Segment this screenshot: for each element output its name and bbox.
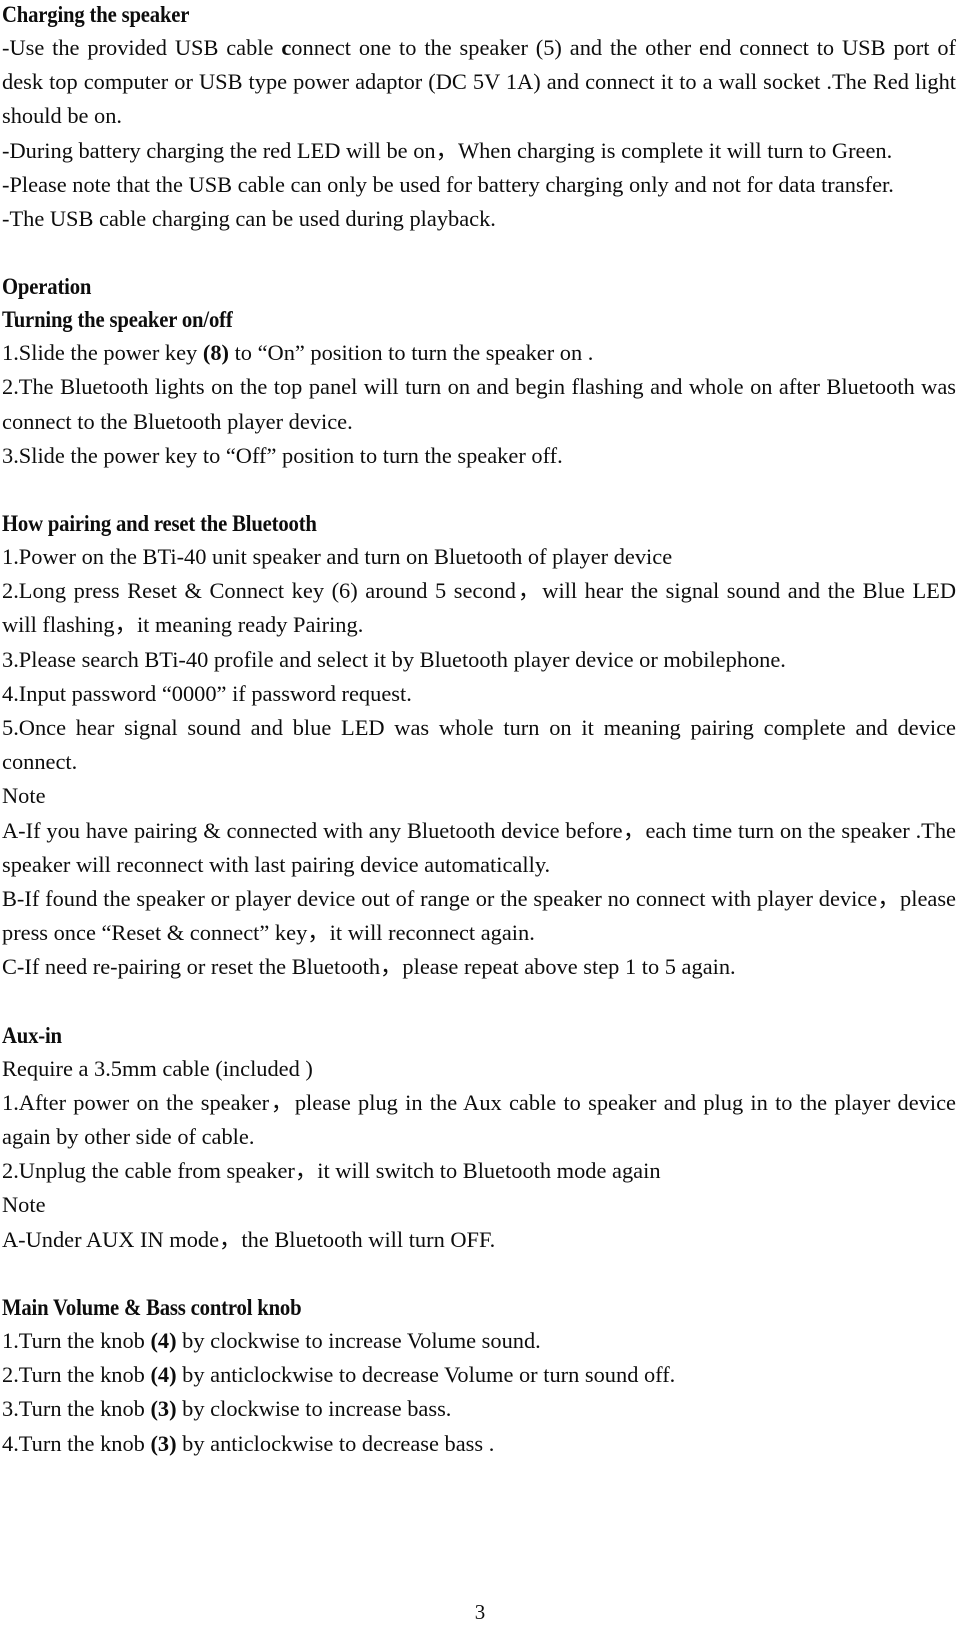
body-text: 1.After power on the speaker，please plug…: [2, 1089, 956, 1150]
section-heading-operation: Operation: [2, 274, 92, 300]
section-heading-volume-bass: Main Volume & Bass control knob: [2, 1294, 302, 1320]
body-text: by anticlockwise to decrease Volume or t…: [176, 1362, 676, 1388]
body-text: Note: [2, 783, 46, 809]
paragraph-operation-1: 1.Slide the power key (8) to “On” positi…: [2, 336, 956, 370]
paragraph-charging-p2: -During battery charging the red LED wil…: [2, 134, 956, 168]
paragraph-charging-p1: -Use the provided USB cable connect one …: [2, 31, 956, 134]
body-text: 5.Once hear signal sound and blue LED wa…: [2, 715, 956, 775]
section-heading-charging: Charging the speaker: [2, 2, 190, 27]
body-text: -The USB cable charging can be used duri…: [2, 206, 496, 232]
paragraph-operation-2: 2.The Bluetooth lights on the top panel …: [2, 370, 956, 438]
body-text: -During battery charging the red LED wil…: [2, 137, 893, 163]
paragraph-pairing-note-c: C-If need re-pairing or reset the Blueto…: [2, 950, 956, 984]
body-text: -Use the provided USB cable: [2, 35, 282, 60]
document-body: Charging the speaker -Use the provided US…: [2, 0, 956, 1461]
paragraph-knob-1: 1.Turn the knob (4) by clockwise to incr…: [2, 1324, 956, 1358]
paragraph-knob-4: 4.Turn the knob (3) by anticlockwise to …: [2, 1427, 956, 1461]
emphasis-text: (4): [150, 1327, 177, 1353]
body-text: 4.Input password “0000” if password requ…: [2, 680, 412, 706]
paragraph-knob-3: 3.Turn the knob (3) by clockwise to incr…: [2, 1392, 956, 1426]
body-text: B-If found the speaker or player device …: [2, 886, 956, 946]
section-heading-pairing: How pairing and reset the Bluetooth: [2, 511, 317, 537]
paragraph-charging-p4: -The USB cable charging can be used duri…: [2, 202, 956, 236]
paragraph-pairing-5: 5.Once hear signal sound and blue LED wa…: [2, 711, 956, 779]
emphasis-text: (3): [150, 1396, 177, 1422]
paragraph-pairing-3: 3.Please search BTi-40 profile and selec…: [2, 643, 956, 677]
paragraph-operation-3: 3.Slide the power key to “Off” position …: [2, 439, 956, 473]
body-text: 1.Turn the knob: [2, 1327, 151, 1353]
body-text: 2.Turn the knob: [2, 1362, 151, 1388]
body-text: by clockwise to increase bass.: [176, 1396, 452, 1422]
paragraph-pairing-4: 4.Input password “0000” if password requ…: [2, 677, 956, 711]
emphasis-text: (4): [150, 1362, 177, 1388]
paragraph-aux-note-label: Note: [2, 1188, 956, 1222]
paragraph-charging-p3: -Please note that the USB cable can only…: [2, 168, 956, 202]
body-text: by clockwise to increase Volume sound.: [176, 1327, 541, 1353]
paragraph-pairing-1: 1.Power on the BTi-40 unit speaker and t…: [2, 540, 956, 574]
emphasis-text: (8): [202, 340, 229, 366]
paragraph-pairing-note-b: B-If found the speaker or player device …: [2, 882, 956, 950]
paragraph-knob-2: 2.Turn the knob (4) by anticlockwise to …: [2, 1358, 956, 1392]
section-heading-aux-in: Aux-in: [2, 1022, 62, 1048]
body-text: to “On” position to turn the speaker on …: [228, 340, 594, 366]
body-text: 2.Unplug the cable from speaker，it will …: [2, 1158, 661, 1184]
page-number: 3: [474, 1600, 486, 1624]
body-text: -Please note that the USB cable can only…: [2, 171, 894, 197]
paragraph-pairing-2: 2.Long press Reset & Connect key (6) aro…: [2, 574, 956, 642]
paragraph-pairing-note-a: A-If you have pairing & connected with a…: [2, 814, 956, 882]
body-text: 1.Slide the power key: [2, 340, 203, 366]
document-page: Charging the speaker -Use the provided US…: [0, 0, 960, 1643]
body-text: by anticlockwise to decrease bass .: [176, 1430, 495, 1456]
body-text: Require a 3.5mm cable (included ): [2, 1055, 313, 1081]
body-text: Note: [2, 1192, 46, 1218]
paragraph-pairing-note-label: Note: [2, 779, 956, 813]
body-text: A-If you have pairing & connected with a…: [2, 817, 956, 877]
body-text: 1.Power on the BTi-40 unit speaker and t…: [2, 544, 673, 570]
section-subheading-operation: Turning the speaker on/off: [2, 307, 233, 333]
body-text: 4.Turn the knob: [2, 1430, 151, 1456]
paragraph-aux-require: Require a 3.5mm cable (included ): [2, 1052, 956, 1086]
body-text: A-Under AUX IN mode，the Bluetooth will t…: [2, 1226, 496, 1252]
body-text: 2.The Bluetooth lights on the top panel …: [2, 374, 956, 434]
body-text: 3.Please search BTi-40 profile and selec…: [2, 646, 786, 672]
emphasis-text: (3): [150, 1430, 177, 1456]
body-text: 3.Slide the power key to “Off” position …: [2, 442, 563, 468]
paragraph-aux-2: 2.Unplug the cable from speaker，it will …: [2, 1154, 956, 1188]
body-text: 2.Long press Reset & Connect key (6) aro…: [2, 578, 956, 638]
body-text: C-If need re-pairing or reset the Blueto…: [2, 954, 736, 980]
body-text: 3.Turn the knob: [2, 1396, 151, 1422]
paragraph-aux-1: 1.After power on the speaker，please plug…: [2, 1086, 956, 1154]
paragraph-aux-note-a: A-Under AUX IN mode，the Bluetooth will t…: [2, 1223, 956, 1257]
emphasis-text: c: [281, 35, 292, 60]
